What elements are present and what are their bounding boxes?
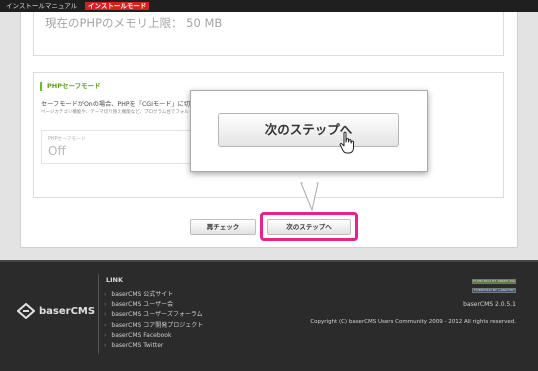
arrow-icon: › xyxy=(104,321,107,329)
footer-link[interactable]: › baserCMS ユーザーズフォーラム xyxy=(104,310,203,320)
logo-text: baserCMS xyxy=(39,305,96,317)
powered-by-cakephp-badge[interactable]: POWERED BY CAKEPHP xyxy=(472,288,516,293)
footer-vertical-divider xyxy=(98,274,99,354)
footer-link-title: LINK xyxy=(106,276,124,284)
basercms-logo[interactable]: baserCMS xyxy=(17,303,95,319)
copyright-text: Copyright (C) baserCMS Users Community 2… xyxy=(310,319,516,325)
footer-link[interactable]: › baserCMS Facebook xyxy=(104,331,203,341)
arrow-icon: › xyxy=(104,311,107,319)
arrow-icon: › xyxy=(104,341,107,349)
arrow-icon: › xyxy=(104,291,107,298)
version-text: baserCMS 2.0.5.1 xyxy=(463,301,516,308)
arrow-icon: › xyxy=(104,301,107,309)
logo-mark-icon xyxy=(17,303,35,319)
footer-link[interactable]: › baserCMS コア開発プロジェクト xyxy=(104,321,203,331)
footer: baserCMS LINK › baserCMS 公式サイト › baserCMS … xyxy=(0,260,538,371)
footer-link[interactable]: › baserCMS ユーザー会 xyxy=(104,300,203,310)
footer-divider xyxy=(0,260,538,262)
footer-link-list: › baserCMS 公式サイト › baserCMS ユーザー会 › baserCM… xyxy=(104,290,203,351)
arrow-icon: › xyxy=(104,331,107,339)
footer-link[interactable]: › baserCMS 公式サイト xyxy=(104,290,203,300)
powered-by-basercms-badge[interactable]: POWERED BY baserCMS xyxy=(472,279,516,284)
footer-link[interactable]: › baserCMS Twitter xyxy=(104,341,203,351)
hand-pointer-icon xyxy=(339,131,354,154)
